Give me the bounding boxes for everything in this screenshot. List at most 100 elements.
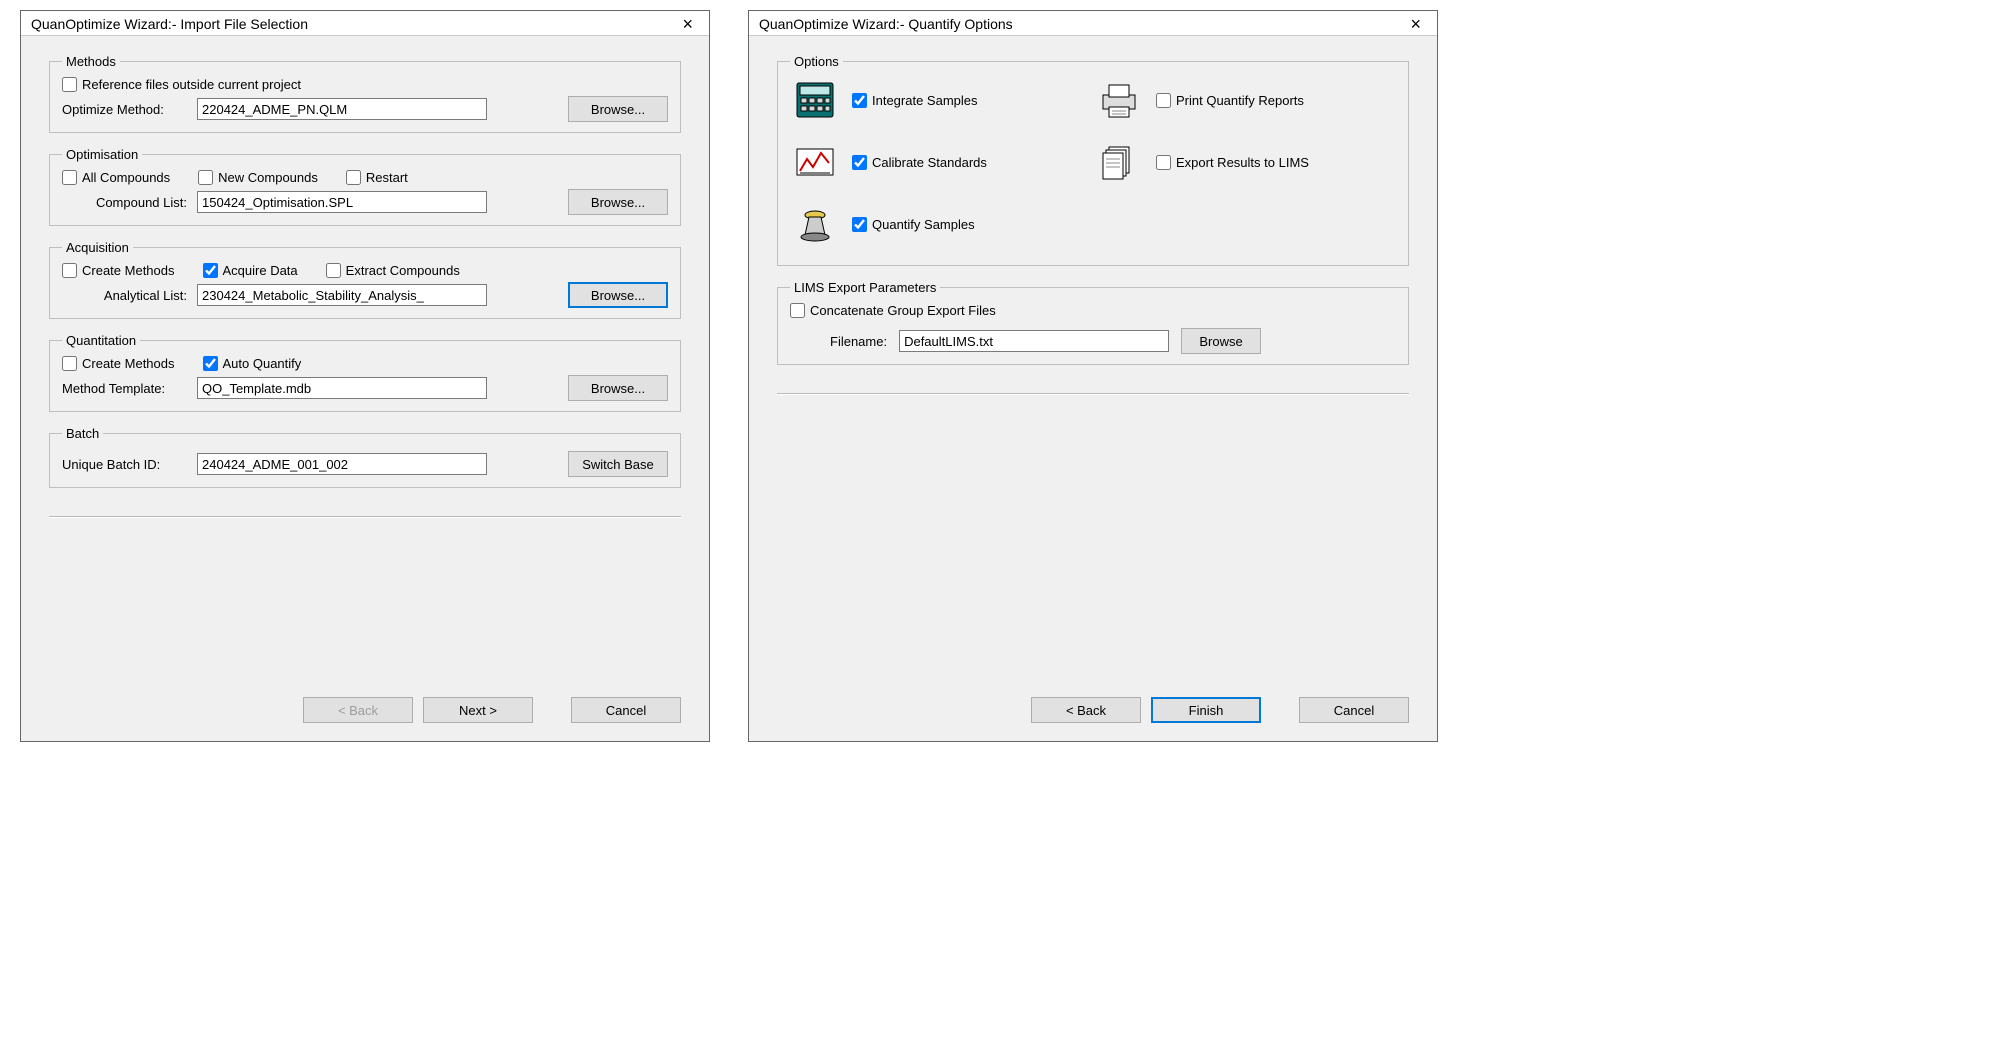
- reference-outside-checkbox[interactable]: Reference files outside current project: [62, 77, 301, 92]
- concatenate-label: Concatenate Group Export Files: [810, 303, 996, 318]
- all-compounds-label: All Compounds: [82, 170, 170, 185]
- optimize-method-browse-button[interactable]: Browse...: [568, 96, 668, 122]
- method-template-label: Method Template:: [62, 381, 187, 396]
- calibrate-standards-checkbox[interactable]: Calibrate Standards: [852, 155, 1088, 170]
- print-reports-checkbox[interactable]: Print Quantify Reports: [1156, 93, 1392, 108]
- new-compounds-checkbox[interactable]: New Compounds: [198, 170, 318, 185]
- acquisition-group: Acquisition Create Methods Acquire Data …: [49, 240, 681, 319]
- footer-separator: [49, 516, 681, 518]
- titlebar: QuanOptimize Wizard:- Quantify Options ×: [749, 11, 1437, 36]
- lims-export-group: LIMS Export Parameters Concatenate Group…: [777, 280, 1409, 365]
- optimize-method-input[interactable]: [197, 98, 487, 120]
- window-title: QuanOptimize Wizard:- Import File Select…: [31, 16, 308, 32]
- methods-group: Methods Reference files outside current …: [49, 54, 681, 133]
- acquire-data-input[interactable]: [203, 263, 218, 278]
- auto-quantify-label: Auto Quantify: [223, 356, 302, 371]
- back-button[interactable]: < Back: [1031, 697, 1141, 723]
- method-template-browse-button[interactable]: Browse...: [568, 375, 668, 401]
- printer-icon: [1098, 79, 1140, 121]
- close-icon[interactable]: ×: [676, 15, 699, 33]
- quantitation-group: Quantitation Create Methods Auto Quantif…: [49, 333, 681, 412]
- batch-group: Batch Unique Batch ID: Switch Base: [49, 426, 681, 488]
- quant-create-methods-checkbox[interactable]: Create Methods: [62, 356, 175, 371]
- extract-compounds-input[interactable]: [326, 263, 341, 278]
- options-legend: Options: [790, 54, 843, 69]
- auto-quantify-input[interactable]: [203, 356, 218, 371]
- quantify-options-dialog: QuanOptimize Wizard:- Quantify Options ×…: [748, 10, 1438, 742]
- next-button[interactable]: Next >: [423, 697, 533, 723]
- quantify-samples-checkbox[interactable]: Quantify Samples: [852, 217, 1088, 232]
- analytical-list-browse-button[interactable]: Browse...: [568, 282, 668, 308]
- switch-base-button[interactable]: Switch Base: [568, 451, 668, 477]
- restart-checkbox[interactable]: Restart: [346, 170, 408, 185]
- analytical-list-input[interactable]: [197, 284, 487, 306]
- reference-outside-input[interactable]: [62, 77, 77, 92]
- quant-create-methods-input[interactable]: [62, 356, 77, 371]
- acquisition-legend: Acquisition: [62, 240, 133, 255]
- concatenate-input[interactable]: [790, 303, 805, 318]
- lims-export-legend: LIMS Export Parameters: [790, 280, 940, 295]
- extract-compounds-checkbox[interactable]: Extract Compounds: [326, 263, 460, 278]
- finish-button[interactable]: Finish: [1151, 697, 1261, 723]
- lims-filename-input[interactable]: [899, 330, 1169, 352]
- back-button: < Back: [303, 697, 413, 723]
- optimisation-group: Optimisation All Compounds New Compounds…: [49, 147, 681, 226]
- unique-batch-label: Unique Batch ID:: [62, 457, 187, 472]
- concatenate-checkbox[interactable]: Concatenate Group Export Files: [790, 303, 996, 318]
- dialog-body: Methods Reference files outside current …: [21, 36, 709, 741]
- compound-list-browse-button[interactable]: Browse...: [568, 189, 668, 215]
- options-group: Options Integrate Samples: [777, 54, 1409, 266]
- import-file-selection-dialog: QuanOptimize Wizard:- Import File Select…: [20, 10, 710, 742]
- integrate-samples-input[interactable]: [852, 93, 867, 108]
- print-reports-label: Print Quantify Reports: [1176, 93, 1304, 108]
- footer-separator: [777, 393, 1409, 395]
- reference-outside-label: Reference files outside current project: [82, 77, 301, 92]
- methods-legend: Methods: [62, 54, 120, 69]
- analytical-list-label: Analytical List:: [62, 288, 187, 303]
- acq-create-methods-checkbox[interactable]: Create Methods: [62, 263, 175, 278]
- quantify-samples-label: Quantify Samples: [872, 217, 975, 232]
- compound-list-label: Compound List:: [62, 195, 187, 210]
- wizard-footer: < Back Next > Cancel: [49, 693, 681, 733]
- balance-scale-icon: [794, 203, 836, 245]
- quantitation-legend: Quantitation: [62, 333, 140, 348]
- compound-list-input[interactable]: [197, 191, 487, 213]
- method-template-input[interactable]: [197, 377, 487, 399]
- window-title: QuanOptimize Wizard:- Quantify Options: [759, 16, 1013, 32]
- documents-icon: [1098, 141, 1140, 183]
- lims-filename-label: Filename:: [830, 334, 887, 349]
- acquire-data-label: Acquire Data: [223, 263, 298, 278]
- lims-browse-button[interactable]: Browse: [1181, 328, 1261, 354]
- all-compounds-input[interactable]: [62, 170, 77, 185]
- calculator-icon: [794, 79, 836, 121]
- all-compounds-checkbox[interactable]: All Compounds: [62, 170, 170, 185]
- calibrate-standards-label: Calibrate Standards: [872, 155, 987, 170]
- dialog-body: Options Integrate Samples: [749, 36, 1437, 741]
- integrate-samples-label: Integrate Samples: [872, 93, 978, 108]
- unique-batch-input[interactable]: [197, 453, 487, 475]
- cancel-button[interactable]: Cancel: [1299, 697, 1409, 723]
- wizard-footer: < Back Finish Cancel: [777, 693, 1409, 733]
- integrate-samples-checkbox[interactable]: Integrate Samples: [852, 93, 1088, 108]
- acquire-data-checkbox[interactable]: Acquire Data: [203, 263, 298, 278]
- auto-quantify-checkbox[interactable]: Auto Quantify: [203, 356, 302, 371]
- export-lims-checkbox[interactable]: Export Results to LIMS: [1156, 155, 1392, 170]
- extract-compounds-label: Extract Compounds: [346, 263, 460, 278]
- acq-create-methods-label: Create Methods: [82, 263, 175, 278]
- calibrate-standards-input[interactable]: [852, 155, 867, 170]
- batch-legend: Batch: [62, 426, 103, 441]
- optimisation-legend: Optimisation: [62, 147, 142, 162]
- new-compounds-input[interactable]: [198, 170, 213, 185]
- acq-create-methods-input[interactable]: [62, 263, 77, 278]
- new-compounds-label: New Compounds: [218, 170, 318, 185]
- quantify-samples-input[interactable]: [852, 217, 867, 232]
- quant-create-methods-label: Create Methods: [82, 356, 175, 371]
- chart-icon: [794, 141, 836, 183]
- cancel-button[interactable]: Cancel: [571, 697, 681, 723]
- titlebar: QuanOptimize Wizard:- Import File Select…: [21, 11, 709, 36]
- print-reports-input[interactable]: [1156, 93, 1171, 108]
- close-icon[interactable]: ×: [1404, 15, 1427, 33]
- restart-input[interactable]: [346, 170, 361, 185]
- export-lims-input[interactable]: [1156, 155, 1171, 170]
- optimize-method-label: Optimize Method:: [62, 102, 187, 117]
